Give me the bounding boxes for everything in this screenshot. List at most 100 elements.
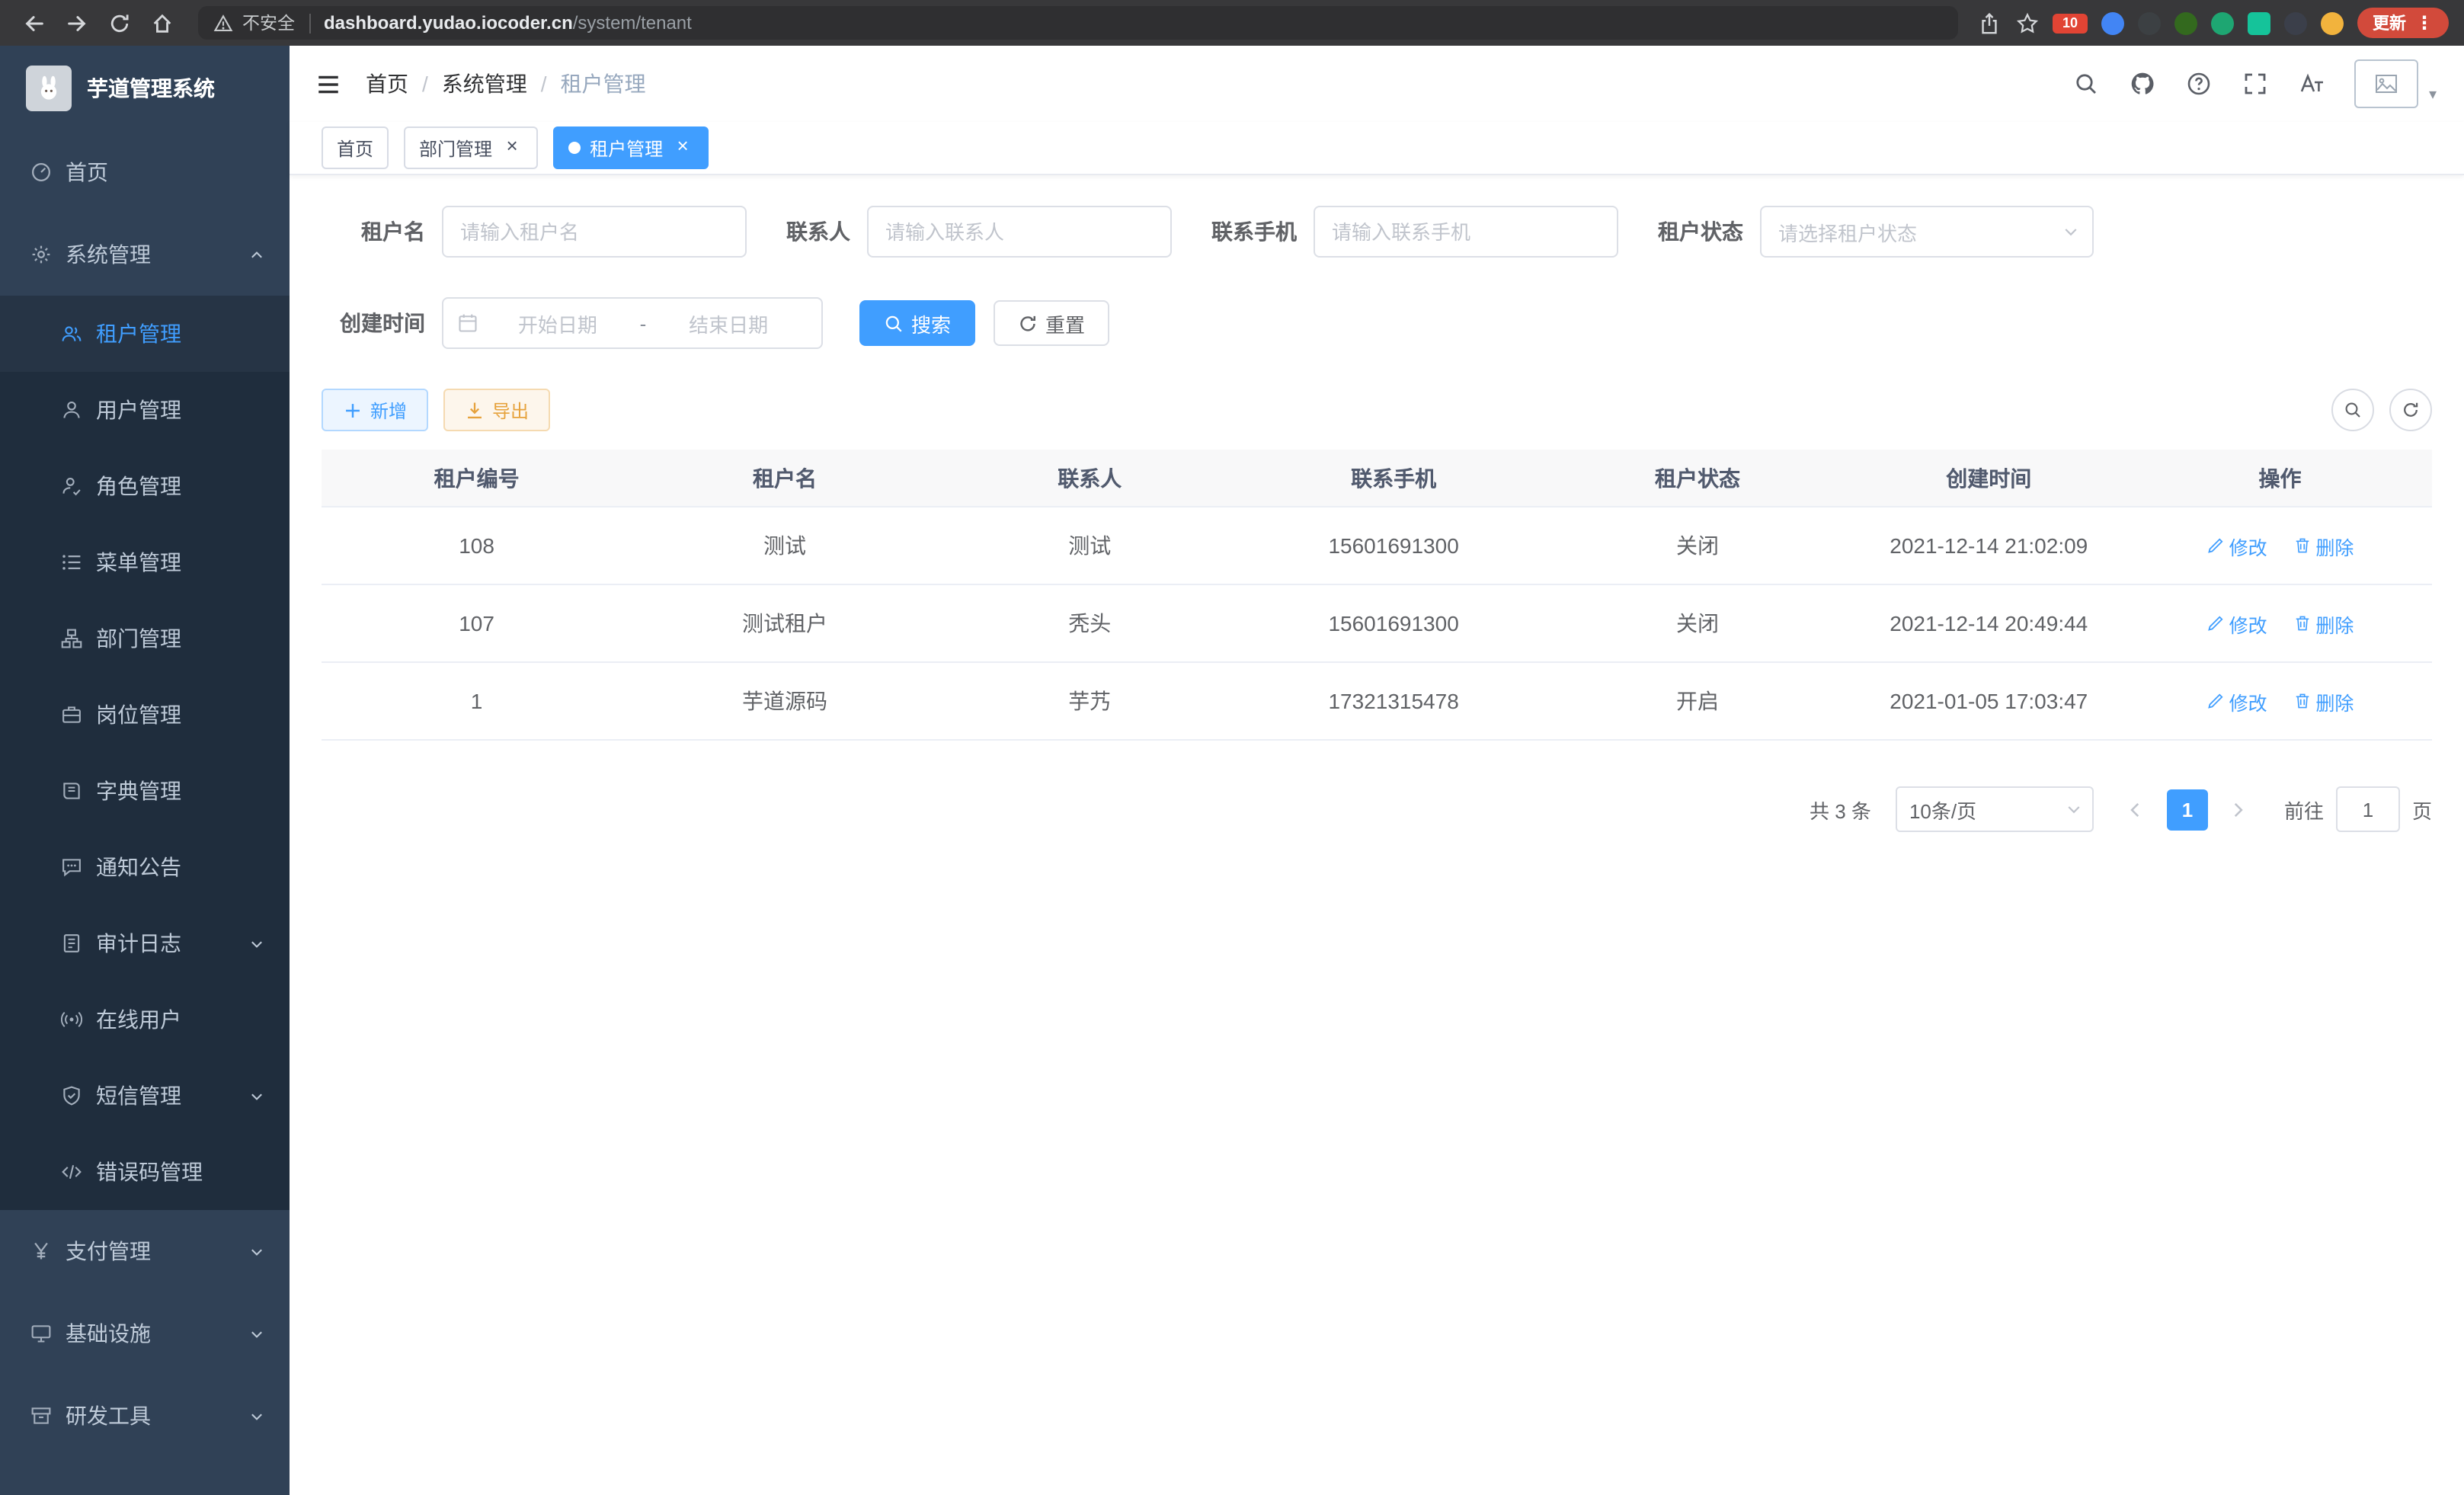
column-status[interactable]: 租户状态	[1546, 450, 1850, 507]
search-icon	[2344, 401, 2362, 419]
page-number-1[interactable]: 1	[2167, 789, 2208, 830]
page-size-select[interactable]: 10条/页	[1896, 786, 2094, 832]
sidebar-item-online-user[interactable]: 在线用户	[0, 981, 290, 1058]
github-icon	[2130, 72, 2155, 96]
tab-dept[interactable]: 部门管理 ×	[404, 126, 538, 169]
prev-page-button[interactable]	[2115, 788, 2158, 831]
app-logo[interactable]: 芋道管理系统	[0, 46, 290, 131]
fullscreen-button[interactable]	[2242, 70, 2269, 98]
cell-phone: 15601691300	[1242, 584, 1546, 662]
reset-button[interactable]: 重置	[994, 300, 1109, 346]
extension-icon-4[interactable]	[2211, 11, 2234, 34]
column-contact[interactable]: 联系人	[938, 450, 1242, 507]
browser-update-button[interactable]: 更新 ⋮	[2357, 8, 2449, 38]
tenant-name-input[interactable]	[442, 206, 747, 258]
browser-back-button[interactable]	[15, 5, 52, 41]
extension-icon-3[interactable]	[2174, 11, 2197, 34]
delete-link[interactable]: 删除	[2293, 609, 2354, 638]
extension-icon-2[interactable]	[2138, 11, 2161, 34]
refresh-button[interactable]	[2389, 389, 2432, 431]
sidebar-item-home[interactable]: 首页	[0, 131, 290, 213]
github-button[interactable]	[2129, 70, 2156, 98]
chevron-up-icon	[248, 246, 265, 263]
browser-forward-button[interactable]	[58, 5, 94, 41]
sidebar-item-notice[interactable]: 通知公告	[0, 829, 290, 905]
rabbit-logo-icon	[35, 75, 62, 102]
logo-avatar	[26, 66, 72, 111]
edit-link[interactable]: 修改	[2206, 531, 2267, 560]
sidebar-toggle-button[interactable]	[290, 46, 366, 122]
edit-link[interactable]: 修改	[2206, 609, 2267, 638]
phone-input[interactable]	[1314, 206, 1618, 258]
share-button[interactable]	[1976, 11, 2001, 35]
broadcast-icon	[61, 1009, 82, 1030]
sidebar-item-error-code[interactable]: 错误码管理	[0, 1134, 290, 1210]
font-size-button[interactable]	[2298, 70, 2325, 98]
navbar-actions: ▾	[2072, 59, 2464, 108]
breadcrumb-system[interactable]: 系统管理	[442, 69, 527, 99]
column-created[interactable]: 创建时间	[1849, 450, 2128, 507]
sidebar-item-post[interactable]: 岗位管理	[0, 677, 290, 753]
sidebar-item-user[interactable]: 用户管理	[0, 372, 290, 448]
add-button[interactable]: 新增	[322, 389, 428, 431]
table-row: 1 芋道源码 芋艿 17321315478 开启 2021-01-05 17:0…	[322, 662, 2432, 740]
end-date-placeholder[interactable]: 结束日期	[649, 309, 808, 338]
extension-badge[interactable]: 10	[2053, 13, 2088, 33]
refresh-icon	[1018, 313, 1038, 333]
contact-input[interactable]	[867, 206, 1172, 258]
delete-link[interactable]: 删除	[2293, 531, 2354, 560]
delete-link[interactable]: 删除	[2293, 687, 2354, 715]
profile-avatar[interactable]	[2321, 11, 2344, 34]
browser-reload-button[interactable]	[101, 5, 137, 41]
menu-kebab-icon[interactable]: ⋮	[2415, 14, 2434, 32]
sidebar-item-payment[interactable]: 支付管理	[0, 1210, 290, 1292]
filter-status: 租户状态 请选择租户状态	[1658, 206, 2094, 258]
hamburger-icon	[315, 71, 341, 97]
avatar[interactable]	[2354, 59, 2418, 108]
close-icon[interactable]: ×	[672, 137, 693, 158]
sidebar-item-system[interactable]: 系统管理	[0, 213, 290, 296]
column-phone[interactable]: 联系手机	[1242, 450, 1546, 507]
tab-home[interactable]: 首页	[322, 126, 389, 169]
filter-row-1: 租户名 联系人 联系手机 租户状态 请选择租户状态	[322, 206, 2432, 258]
caret-down-icon[interactable]: ▾	[2429, 87, 2437, 108]
extension-icon-6[interactable]	[2284, 11, 2307, 34]
date-range-picker[interactable]: 开始日期 - 结束日期	[442, 297, 823, 349]
trash-icon	[2293, 536, 2311, 555]
browser-home-button[interactable]	[143, 5, 180, 41]
breadcrumb-home[interactable]: 首页	[366, 69, 408, 99]
sidebar-item-tenant[interactable]: 租户管理	[0, 296, 290, 372]
search-toggle-button[interactable]	[2331, 389, 2374, 431]
bookmark-button[interactable]	[2014, 11, 2039, 35]
extension-icon-1[interactable]	[2101, 11, 2124, 34]
search-button[interactable]: 搜索	[859, 300, 975, 346]
edit-link[interactable]: 修改	[2206, 687, 2267, 715]
sidebar-item-menu[interactable]: 菜单管理	[0, 524, 290, 600]
address-bar[interactable]: 不安全 dashboard.yudao.iocoder.cn /system/t…	[198, 6, 1958, 40]
column-tenant-name[interactable]: 租户名	[632, 450, 938, 507]
column-tenant-id[interactable]: 租户编号	[322, 450, 632, 507]
export-button[interactable]: 导出	[443, 389, 550, 431]
header-search-button[interactable]	[2072, 70, 2100, 98]
sidebar-item-dev-tools[interactable]: 研发工具	[0, 1375, 290, 1457]
sidebar-item-dept[interactable]: 部门管理	[0, 600, 290, 677]
sidebar-item-dict[interactable]: 字典管理	[0, 753, 290, 829]
date-separator: -	[637, 312, 650, 335]
sidebar-item-role[interactable]: 角色管理	[0, 448, 290, 524]
start-date-placeholder[interactable]: 开始日期	[478, 309, 637, 338]
pagination: 共 3 条 10条/页 1 前往 页	[322, 786, 2432, 832]
sidebar-item-audit-log[interactable]: 审计日志	[0, 905, 290, 981]
help-button[interactable]	[2185, 70, 2213, 98]
sidebar-item-sms[interactable]: 短信管理	[0, 1058, 290, 1134]
close-icon[interactable]: ×	[501, 137, 523, 158]
trash-icon	[2293, 692, 2311, 710]
next-page-button[interactable]	[2217, 788, 2260, 831]
extension-icon-5[interactable]	[2248, 11, 2270, 34]
plus-icon	[343, 400, 363, 420]
sidebar-item-infra[interactable]: 基础设施	[0, 1292, 290, 1375]
status-select[interactable]: 请选择租户状态	[1760, 206, 2094, 258]
goto-page-input[interactable]	[2336, 786, 2400, 832]
tab-tenant[interactable]: 租户管理 ×	[553, 126, 709, 169]
broken-image-icon	[2374, 72, 2398, 96]
star-icon	[2015, 11, 2038, 34]
